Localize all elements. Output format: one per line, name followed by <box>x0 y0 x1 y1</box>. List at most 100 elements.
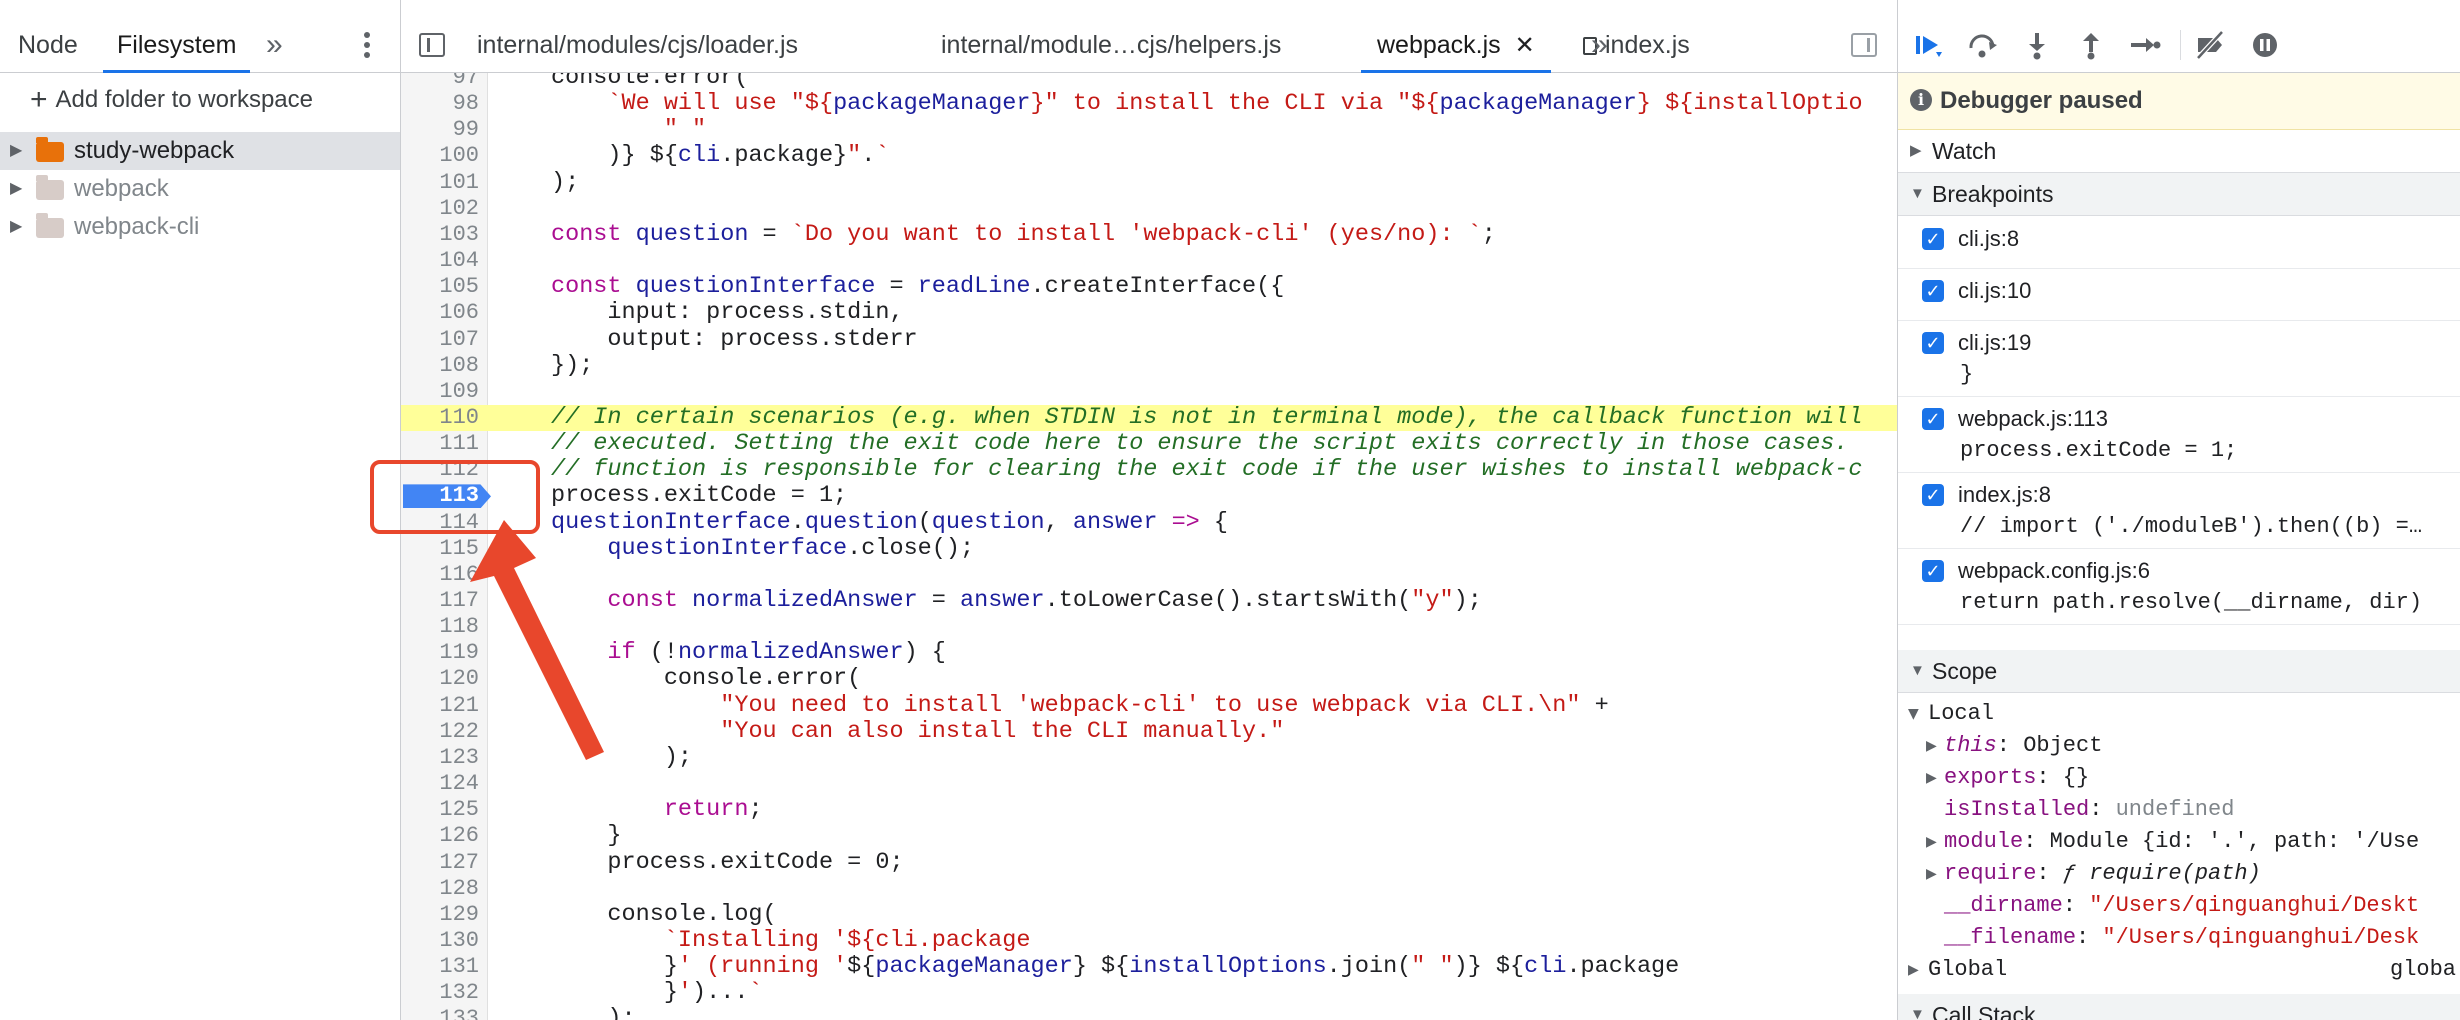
line-number[interactable]: 128 <box>401 876 479 902</box>
expand-arrow-icon[interactable]: ▶ <box>1926 858 1937 890</box>
tab-loader-js[interactable]: internal/modules/cjs/loader.js <box>477 18 798 72</box>
line-number[interactable]: 131 <box>401 954 479 980</box>
code-line[interactable]: 132 }')...` <box>401 980 1897 1006</box>
code-line[interactable]: 133 ); <box>401 1006 1897 1020</box>
code-line[interactable]: 128 <box>401 876 1897 902</box>
line-number[interactable]: 124 <box>401 771 479 797</box>
code-line[interactable]: 123 ); <box>401 744 1897 771</box>
code-line[interactable]: 112// function is responsible for cleari… <box>401 457 1897 483</box>
code-line[interactable]: 98 `We will use "${packageManager}" to i… <box>401 91 1897 117</box>
tab-webpack-js[interactable]: webpack.js ✕ <box>1361 18 1551 73</box>
code-line[interactable]: 107 output: process.stderr <box>401 326 1897 353</box>
line-number[interactable]: 102 <box>401 196 479 222</box>
code-line[interactable]: 97 console.error( <box>401 73 1897 91</box>
breakpoint-item[interactable]: ✓ cli.js:8 <box>1898 216 2460 269</box>
code-line[interactable]: 102 <box>401 196 1897 222</box>
code-line[interactable]: 130 `Installing '${cli.package <box>401 927 1897 954</box>
more-options-icon[interactable] <box>364 32 372 60</box>
section-watch[interactable]: ▶ Watch <box>1898 130 2460 173</box>
line-number[interactable]: 108 <box>401 353 479 379</box>
scope-variable[interactable]: ▶ require: ƒ require(path) <box>1898 858 2460 890</box>
code-line[interactable]: 120 console.error( <box>401 666 1897 692</box>
line-number[interactable]: 117 <box>401 588 479 614</box>
line-number[interactable]: 133 <box>401 1006 479 1020</box>
code-line[interactable]: 100 )} ${cli.package}".` <box>401 143 1897 169</box>
breakpoint-checkbox[interactable]: ✓ <box>1922 408 1944 430</box>
breakpoint-checkbox[interactable]: ✓ <box>1922 560 1944 582</box>
code-line[interactable]: 106 input: process.stdin, <box>401 300 1897 326</box>
scope-variable[interactable]: __dirname: "/Users/qinguanghui/Deskt <box>1898 890 2460 922</box>
breakpoint-checkbox[interactable]: ✓ <box>1922 484 1944 506</box>
code-line[interactable]: 131 }' (running '${packageManager} ${ins… <box>401 954 1897 980</box>
close-tab-icon[interactable]: ✕ <box>1515 32 1535 59</box>
code-line[interactable]: 124 <box>401 771 1897 797</box>
more-tabs-icon[interactable]: » <box>266 18 283 72</box>
code-line[interactable]: 118 <box>401 614 1897 640</box>
breakpoint-item[interactable]: ✓ cli.js:19} <box>1898 320 2460 397</box>
code-line[interactable]: 105 const questionInterface = readLine.cr… <box>401 274 1897 300</box>
section-call-stack[interactable]: ▼ Call Stack <box>1898 994 2460 1020</box>
code-line[interactable]: 99 " " <box>401 117 1897 143</box>
line-number[interactable]: 105 <box>401 274 479 300</box>
deactivate-breakpoints-icon[interactable] <box>2194 30 2228 60</box>
line-number[interactable]: 113 <box>401 483 479 509</box>
more-tabs-icon[interactable]: » <box>1591 18 1608 72</box>
code-line[interactable]: 114 questionInterface.question(question, … <box>401 509 1897 536</box>
line-number[interactable]: 125 <box>401 797 479 823</box>
scope-variable[interactable]: isInstalled: undefined <box>1898 794 2460 826</box>
tree-item[interactable]: ▶ webpack-cli <box>0 208 400 246</box>
code-line[interactable]: 117 const normalizedAnswer = answer.toLo… <box>401 588 1897 614</box>
line-number[interactable]: 127 <box>401 850 479 876</box>
code-line[interactable]: 113 process.exitCode = 1; <box>401 483 1897 509</box>
code-line[interactable]: 101); <box>401 169 1897 196</box>
code-line[interactable]: 122 "You can also install the CLI manual… <box>401 718 1897 745</box>
resume-icon[interactable] <box>1912 30 1946 60</box>
line-number[interactable]: 123 <box>401 745 479 771</box>
line-number[interactable]: 99 <box>401 117 479 143</box>
breakpoint-checkbox[interactable]: ✓ <box>1922 280 1944 302</box>
line-number[interactable]: 126 <box>401 823 479 849</box>
breakpoint-checkbox[interactable]: ✓ <box>1922 332 1944 354</box>
line-number[interactable]: 103 <box>401 222 479 248</box>
line-number[interactable]: 119 <box>401 640 479 666</box>
step-over-icon[interactable] <box>1966 30 2000 60</box>
scope-global[interactable]: ▶ Global globa <box>1898 954 2460 986</box>
line-number[interactable]: 130 <box>401 928 479 954</box>
breakpoint-item[interactable]: ✓ cli.js:10 <box>1898 268 2460 321</box>
code-line[interactable]: 127 process.exitCode = 0; <box>401 849 1897 876</box>
tab-filesystem[interactable]: Filesystem <box>102 18 251 73</box>
line-number[interactable]: 115 <box>401 536 479 562</box>
section-breakpoints[interactable]: ▼ Breakpoints <box>1898 173 2460 216</box>
expand-arrow-icon[interactable]: ▶ <box>10 132 22 170</box>
section-scope[interactable]: ▼ Scope <box>1898 650 2460 693</box>
tree-item[interactable]: ▶ study-webpack <box>0 132 400 170</box>
line-number[interactable]: 101 <box>401 170 479 196</box>
line-number[interactable]: 98 <box>401 91 479 117</box>
expand-arrow-icon[interactable]: ▶ <box>10 170 22 208</box>
code-line[interactable]: 109 <box>401 379 1897 405</box>
breakpoint-checkbox[interactable]: ✓ <box>1922 228 1944 250</box>
add-folder-button[interactable]: + Add folder to workspace <box>30 80 313 120</box>
step-out-icon[interactable] <box>2074 30 2108 60</box>
scope-local[interactable]: ▼ Local <box>1898 698 2460 730</box>
scope-variable[interactable]: ▶ exports: {} <box>1898 762 2460 794</box>
tab-helpers-js[interactable]: internal/module…cjs/helpers.js <box>941 18 1281 72</box>
line-number[interactable]: 97 <box>401 73 479 91</box>
expand-arrow-icon[interactable]: ▶ <box>1926 826 1937 858</box>
code-line[interactable]: 110 // In certain scenarios (e.g. when ST… <box>401 404 1897 431</box>
toggle-navigator-icon[interactable] <box>419 33 445 57</box>
line-number[interactable]: 121 <box>401 693 479 719</box>
expand-arrow-icon[interactable]: ▶ <box>10 208 22 246</box>
line-number[interactable]: 104 <box>401 248 479 274</box>
line-number[interactable]: 109 <box>401 379 479 405</box>
line-number[interactable]: 111 <box>401 431 479 457</box>
tree-item[interactable]: ▶ webpack <box>0 170 400 208</box>
code-line[interactable]: 104 <box>401 248 1897 274</box>
line-number[interactable]: 116 <box>401 562 479 588</box>
breakpoint-item[interactable]: ✓ index.js:8 // import ('./moduleB').then(… <box>1898 472 2460 549</box>
code-line[interactable]: 121 "You need to install 'webpack-cli' t… <box>401 692 1897 719</box>
line-number[interactable]: 129 <box>401 902 479 928</box>
code-line[interactable]: 125 return; <box>401 797 1897 823</box>
pause-on-exceptions-icon[interactable] <box>2248 30 2282 60</box>
step-into-icon[interactable] <box>2020 30 2054 60</box>
